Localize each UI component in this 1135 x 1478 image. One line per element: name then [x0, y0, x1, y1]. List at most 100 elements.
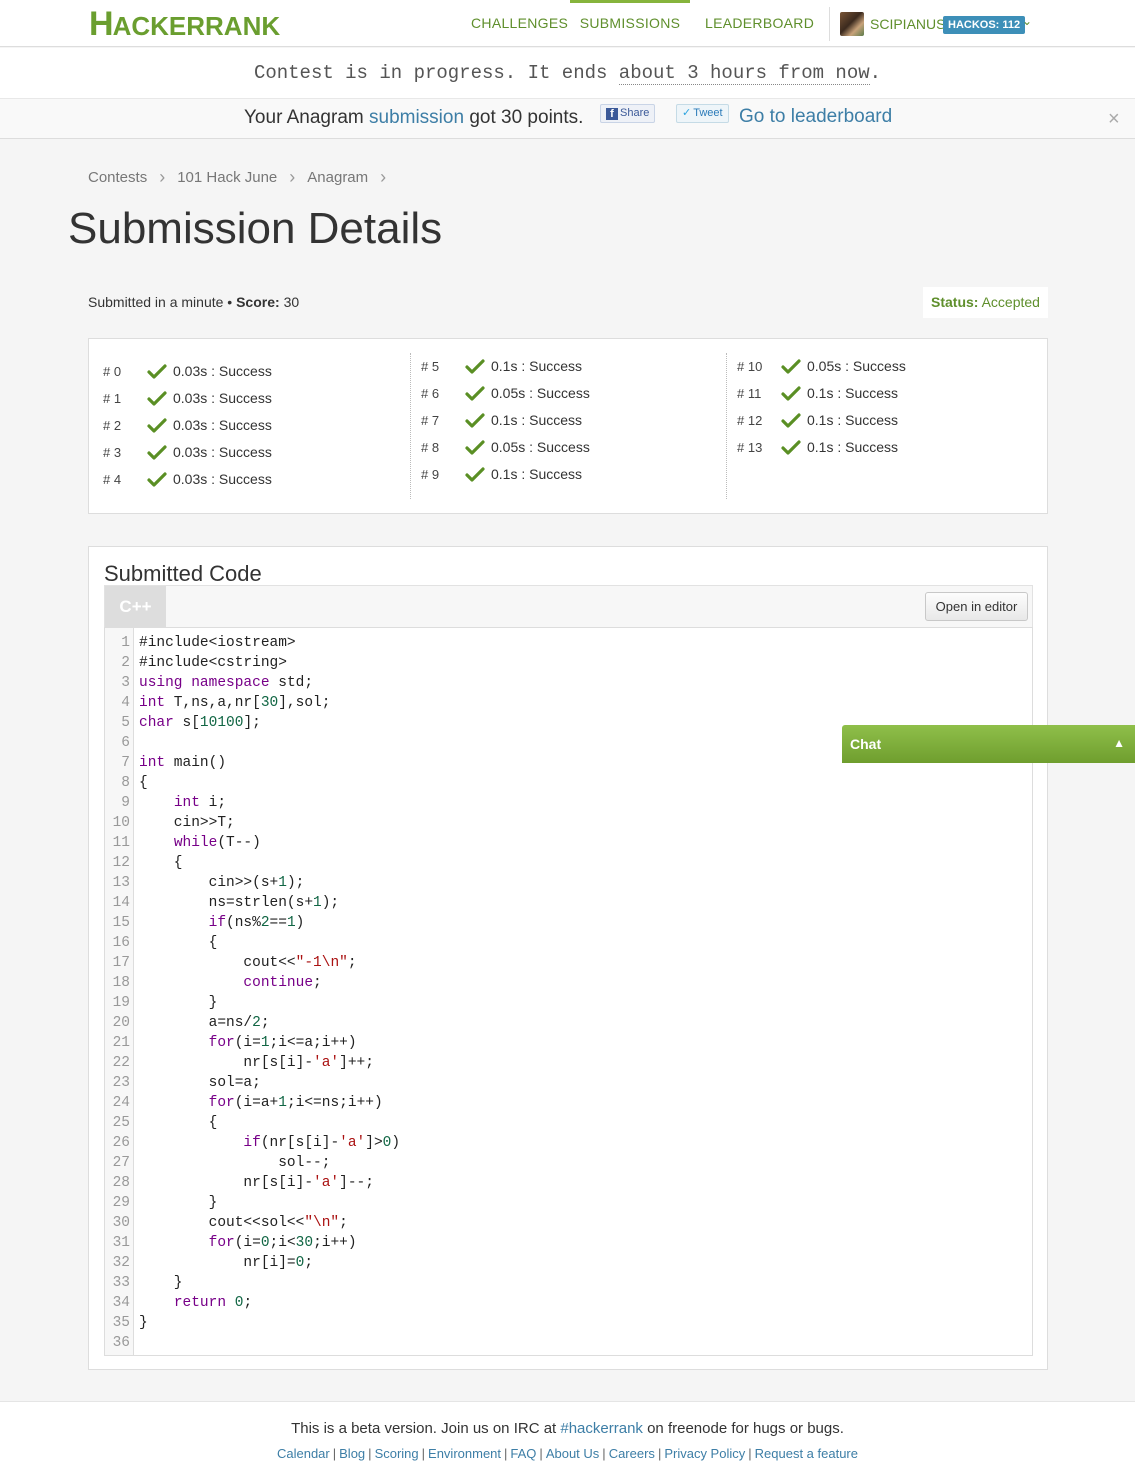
- chevron-up-icon[interactable]: ▲: [1113, 725, 1125, 761]
- line-number: 30: [112, 1215, 130, 1231]
- score-value: 30: [283, 294, 300, 310]
- hackerrank-logo[interactable]: H ACKERRANK: [89, 6, 280, 42]
- code-line: 2 #include<cstring>: [105, 653, 1032, 673]
- code-text: for(i=0;i<30;i++): [208, 1235, 357, 1251]
- submission-link[interactable]: submission: [369, 107, 464, 128]
- testcase-id: # 13: [737, 440, 763, 455]
- footer-link-about-us[interactable]: About Us: [546, 1446, 599, 1461]
- line-number: 31: [112, 1235, 130, 1251]
- testcase-row: # 11 0.1s : Success: [727, 380, 1042, 407]
- line-number: 1: [121, 635, 130, 651]
- line-number: 14: [112, 895, 130, 911]
- footer-link-privacy-policy[interactable]: Privacy Policy: [664, 1446, 745, 1461]
- code-text: int i;: [173, 795, 227, 811]
- notification-prefix: Your Anagram: [244, 107, 369, 128]
- testcase-result: 0.03s : Success: [173, 417, 272, 433]
- status-label: Status:: [931, 294, 979, 310]
- chat-widget[interactable]: Chat ▲: [842, 725, 1135, 763]
- footer-link-blog[interactable]: Blog: [339, 1446, 365, 1461]
- testcase-result: 0.1s : Success: [807, 439, 899, 455]
- status-badge: Status: Accepted: [923, 287, 1048, 318]
- open-in-editor-button[interactable]: Open in editor: [925, 592, 1028, 621]
- testcase-id: # 6: [421, 386, 440, 401]
- footer-link-faq[interactable]: FAQ: [510, 1446, 536, 1461]
- close-icon[interactable]: ×: [1108, 108, 1120, 130]
- hackos-badge: HACKOS: 112: [943, 16, 1026, 34]
- checkmark-icon: [781, 353, 801, 380]
- page-title: Submission Details: [68, 204, 443, 253]
- code-text: int T,ns,a,nr[30],sol;: [139, 695, 331, 711]
- breadcrumb-contest[interactable]: 101 Hack June: [177, 166, 277, 190]
- footer-link-careers[interactable]: Careers: [609, 1446, 655, 1461]
- line-number: 27: [112, 1155, 130, 1171]
- checkmark-icon: [147, 385, 167, 412]
- footer-link-request-a-feature[interactable]: Request a feature: [755, 1446, 858, 1461]
- irc-link[interactable]: #hackerrank: [560, 1420, 643, 1437]
- code-line: 21 for(i=1;i<=a;i++): [105, 1033, 1032, 1053]
- code-line: 13 cin>>(s+1);: [105, 873, 1032, 893]
- testcase-id: # 7: [421, 413, 440, 428]
- notification-suffix: got 30 points.: [464, 107, 584, 128]
- breadcrumb-contests[interactable]: Contests: [88, 166, 147, 190]
- link-separator: |: [748, 1446, 752, 1461]
- language-tab[interactable]: C++: [105, 586, 166, 628]
- logo-text: ACKERRANK: [112, 10, 281, 41]
- code-text: int main(): [139, 755, 227, 771]
- footer-link-scoring[interactable]: Scoring: [375, 1446, 419, 1461]
- checkmark-icon: [147, 412, 167, 439]
- testcase-row: # 7 0.1s : Success: [411, 407, 726, 434]
- code-text: nr[i]=0;: [139, 1255, 314, 1271]
- line-number: 23: [112, 1075, 130, 1091]
- footer-link-calendar[interactable]: Calendar: [277, 1446, 330, 1461]
- tweet-button[interactable]: ✓ Tweet: [676, 104, 729, 123]
- code-text: #include<cstring>: [139, 655, 287, 671]
- testcase-row: # 13 0.1s : Success: [727, 434, 1042, 461]
- avatar[interactable]: [840, 12, 864, 36]
- code-text: {: [139, 935, 218, 951]
- code-line: 9 int i;: [105, 793, 1032, 813]
- checkmark-icon: [147, 466, 167, 493]
- facebook-share-button[interactable]: f Share: [600, 104, 656, 123]
- code-line: 26 if(nr[s[i]-'a']>0): [105, 1133, 1032, 1153]
- breadcrumb-challenge[interactable]: Anagram: [307, 166, 368, 190]
- testcase-row: # 5 0.1s : Success: [411, 353, 726, 380]
- chevron-right-icon: ›: [289, 167, 296, 187]
- chevron-down-icon[interactable]: ⌄: [1022, 14, 1032, 28]
- checkmark-icon: [781, 407, 801, 434]
- code-line: 30 cout<<sol<<"\n";: [105, 1213, 1032, 1233]
- code-text: {: [139, 775, 148, 791]
- testcase-id: # 0: [103, 364, 122, 379]
- code-line: 20 a=ns/2;: [105, 1013, 1032, 1033]
- testcase-result: 0.03s : Success: [173, 471, 272, 487]
- nav-leaderboard[interactable]: LEADERBOARD: [705, 0, 814, 47]
- line-number: 35: [112, 1315, 130, 1331]
- code-text: }: [139, 1275, 183, 1291]
- footer-suffix: on freenode for hugs or bugs.: [642, 1420, 844, 1437]
- line-number: 25: [112, 1115, 130, 1131]
- nav-challenges[interactable]: CHALLENGES: [471, 0, 568, 47]
- link-separator: |: [602, 1446, 606, 1461]
- go-to-leaderboard-link[interactable]: Go to leaderboard: [739, 104, 892, 130]
- testcase-id: # 11: [737, 386, 762, 401]
- line-number: 34: [112, 1295, 130, 1311]
- checkmark-icon: [465, 353, 485, 380]
- footer-link-environment[interactable]: Environment: [428, 1446, 501, 1461]
- nav-submissions[interactable]: SUBMISSIONS: [570, 0, 690, 47]
- code-text: sol=a;: [139, 1075, 261, 1091]
- testcase-row: # 3 0.03s : Success: [89, 439, 405, 466]
- testcase-result: 0.03s : Success: [173, 390, 272, 406]
- code-text: cin>>(s+1);: [139, 875, 305, 891]
- link-separator: |: [504, 1446, 508, 1461]
- testcase-result: 0.1s : Success: [491, 358, 583, 374]
- link-separator: |: [332, 1446, 337, 1461]
- testcase-result: 0.1s : Success: [491, 466, 583, 482]
- testcase-result: 0.1s : Success: [807, 385, 899, 401]
- code-line: 27 sol--;: [105, 1153, 1032, 1173]
- line-number: 9: [121, 795, 130, 811]
- testcase-column: # 0 0.03s : Success # 1 0.03s : Success # 2 0…: [89, 358, 405, 493]
- testcase-result: 0.1s : Success: [807, 412, 899, 428]
- username[interactable]: SCIPIANUS: [870, 14, 945, 34]
- line-number: 32: [112, 1255, 130, 1271]
- line-number: 8: [121, 775, 130, 791]
- code-text: {: [139, 1115, 218, 1131]
